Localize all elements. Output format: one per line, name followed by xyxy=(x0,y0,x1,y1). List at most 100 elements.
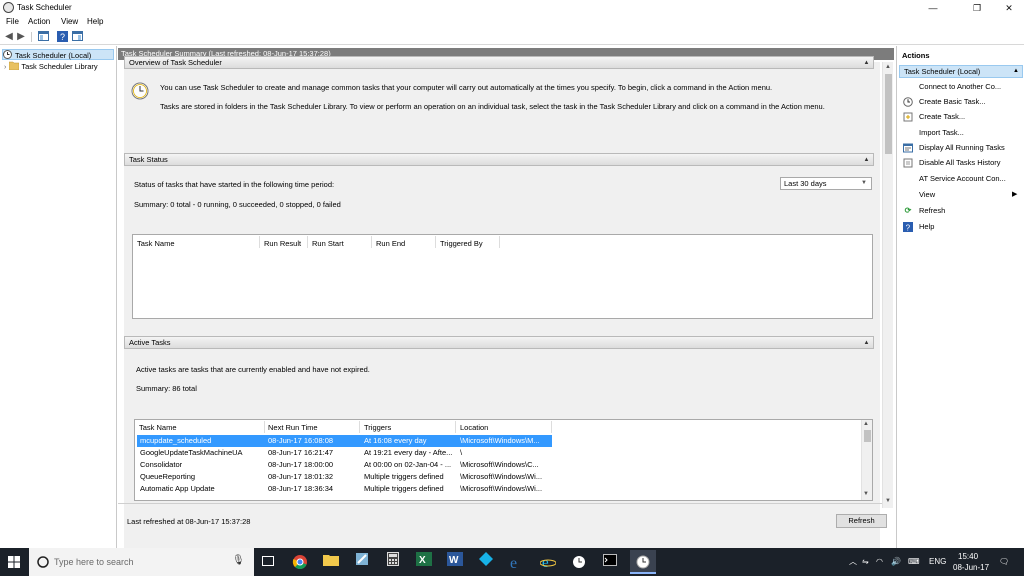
menu-view[interactable]: View xyxy=(61,17,78,26)
overview-section-header[interactable]: Overview of Task Scheduler ▲ xyxy=(124,56,874,69)
minimize-button[interactable]: — xyxy=(918,0,948,16)
column-header-run-end[interactable]: Run End xyxy=(376,239,405,248)
column-separator[interactable] xyxy=(499,236,500,248)
action-create-task[interactable]: Create Task... xyxy=(903,110,1021,124)
scroll-down-icon[interactable]: ▼ xyxy=(863,491,869,497)
grid-vertical-scrollbar[interactable]: ▲ ▼ xyxy=(861,420,872,500)
column-separator[interactable] xyxy=(264,421,265,433)
column-separator[interactable] xyxy=(371,236,372,248)
table-row[interactable]: Automatic App Update 08-Jun-17 18:36:34 … xyxy=(137,483,552,495)
show-hidden-icons-chevron-icon[interactable]: ︿ xyxy=(849,548,857,576)
column-separator[interactable] xyxy=(455,421,456,433)
collapse-chevron-icon[interactable]: ▲ xyxy=(862,156,871,164)
create-task-icon xyxy=(903,112,913,122)
back-arrow-icon[interactable]: ◀ xyxy=(3,31,15,43)
show-hide-tree-icon[interactable] xyxy=(37,31,49,43)
action-center-icon[interactable]: 🗨 xyxy=(999,548,1009,576)
maximize-button[interactable]: ❐ xyxy=(962,0,992,16)
calculator-icon[interactable] xyxy=(380,550,406,574)
network-icon[interactable]: ⇋ xyxy=(862,548,869,576)
time-period-dropdown[interactable]: Last 30 days ▼ xyxy=(780,177,872,190)
edge-icon[interactable]: e xyxy=(504,550,530,574)
column-separator[interactable] xyxy=(307,236,308,248)
column-header-triggered-by[interactable]: Triggered By xyxy=(440,239,483,248)
taskbar-search-box[interactable]: Type here to search 🎙 xyxy=(29,548,254,576)
cell-trigger: At 16:08 every day xyxy=(364,436,427,445)
column-separator[interactable] xyxy=(359,421,360,433)
column-separator[interactable] xyxy=(435,236,436,248)
column-header-run-result[interactable]: Run Result xyxy=(264,239,301,248)
collapse-chevron-icon[interactable]: ▲ xyxy=(1013,66,1019,77)
word-icon[interactable]: W xyxy=(442,550,468,574)
expand-chevron-icon[interactable]: › xyxy=(4,64,6,71)
action-display-running-tasks[interactable]: Display All Running Tasks xyxy=(903,141,1021,155)
forward-arrow-icon[interactable]: ▶ xyxy=(15,31,27,43)
clock-date[interactable]: 08-Jun-17 xyxy=(953,563,989,572)
scroll-thumb[interactable] xyxy=(885,74,892,154)
summary-vertical-scrollbar[interactable]: ▲ ▼ xyxy=(882,62,893,508)
scroll-up-icon[interactable]: ▲ xyxy=(863,421,869,427)
help-toolbar-icon[interactable]: ? xyxy=(56,31,68,43)
collapse-chevron-icon[interactable]: ▲ xyxy=(862,59,871,67)
column-separator[interactable] xyxy=(259,236,260,248)
file-explorer-icon[interactable] xyxy=(318,550,344,574)
column-header-next-run-time[interactable]: Next Run Time xyxy=(268,423,318,432)
column-separator[interactable] xyxy=(551,421,552,433)
active-tasks-section-header[interactable]: Active Tasks ▲ xyxy=(124,336,874,349)
menu-file[interactable]: File xyxy=(6,17,19,26)
windows-start-icon[interactable] xyxy=(8,556,20,570)
action-view[interactable]: View ▶ xyxy=(903,188,1021,202)
action-disable-tasks-history[interactable]: Disable All Tasks History xyxy=(903,156,1021,170)
scroll-up-icon[interactable]: ▲ xyxy=(885,64,891,70)
clock-icon xyxy=(3,50,12,59)
show-hide-action-pane-icon[interactable] xyxy=(71,31,83,43)
action-help[interactable]: ? Help xyxy=(903,220,1021,234)
volume-icon[interactable]: 🔊 xyxy=(891,548,901,576)
table-row[interactable]: QueueReporting 08-Jun-17 18:01:32 Multip… xyxy=(137,471,552,483)
task-view-icon[interactable] xyxy=(255,550,281,574)
action-connect-another-computer[interactable]: Connect to Another Co... xyxy=(903,80,1021,94)
tree-item-task-scheduler-library[interactable]: › Task Scheduler Library xyxy=(2,61,114,72)
actions-subheader[interactable]: Task Scheduler (Local) ▲ xyxy=(899,65,1023,78)
action-label: Help xyxy=(919,222,935,231)
action-import-task[interactable]: Import Task... xyxy=(903,126,1021,140)
table-row[interactable]: mcupdate_scheduled 08-Jun-17 16:08:08 At… xyxy=(137,435,552,447)
column-header-triggers[interactable]: Triggers xyxy=(364,423,391,432)
menu-action[interactable]: Action xyxy=(28,17,50,26)
column-header-task-name[interactable]: Task Name xyxy=(139,423,177,432)
task-scheduler-taskbar-icon[interactable] xyxy=(630,550,656,574)
microphone-icon[interactable]: 🎙 xyxy=(232,555,245,566)
action-create-basic-task[interactable]: Create Basic Task... xyxy=(903,95,1021,109)
scroll-down-icon[interactable]: ▼ xyxy=(885,498,891,504)
collapse-chevron-icon[interactable]: ▲ xyxy=(862,339,871,347)
wifi-icon[interactable]: ◠ xyxy=(876,548,883,576)
app-icon[interactable] xyxy=(349,550,375,574)
cell-location: \ xyxy=(460,448,463,457)
kodi-icon[interactable] xyxy=(473,550,499,574)
tree-item-task-scheduler-local[interactable]: Task Scheduler (Local) xyxy=(2,49,114,60)
task-status-grid: Task Name Run Result Run Start Run End T… xyxy=(132,234,873,319)
task-status-section-header[interactable]: Task Status ▲ xyxy=(124,153,874,166)
search-circle-icon xyxy=(37,556,49,570)
column-header-location[interactable]: Location xyxy=(460,423,488,432)
action-at-service-account[interactable]: AT Service Account Con... xyxy=(903,172,1021,186)
menu-help[interactable]: Help xyxy=(87,17,103,26)
chrome-icon[interactable] xyxy=(287,550,313,574)
internet-explorer-icon[interactable]: e xyxy=(535,550,561,574)
clock-app-icon[interactable] xyxy=(566,550,592,574)
language-indicator[interactable]: ENG xyxy=(929,548,946,576)
refresh-button[interactable]: Refresh xyxy=(836,514,887,528)
excel-icon[interactable]: X xyxy=(411,550,437,574)
close-button[interactable]: ✕ xyxy=(994,0,1024,16)
clock-time[interactable]: 15:40 xyxy=(958,552,978,561)
table-row[interactable]: Consolidator 08-Jun-17 18:00:00 At 00:00… xyxy=(137,459,552,471)
submenu-arrow-icon: ▶ xyxy=(1012,191,1018,198)
column-header-run-start[interactable]: Run Start xyxy=(312,239,344,248)
scroll-thumb[interactable] xyxy=(864,430,871,442)
command-prompt-icon[interactable] xyxy=(597,550,623,574)
last-refreshed-label: Last refreshed at 08-Jun-17 15:37:28 xyxy=(127,517,251,526)
keyboard-icon[interactable]: ⌨ xyxy=(908,548,920,576)
table-row[interactable]: GoogleUpdateTaskMachineUA 08-Jun-17 16:2… xyxy=(137,447,552,459)
action-refresh[interactable]: ⟳ Refresh xyxy=(903,204,1021,218)
column-header-task-name[interactable]: Task Name xyxy=(137,239,175,248)
